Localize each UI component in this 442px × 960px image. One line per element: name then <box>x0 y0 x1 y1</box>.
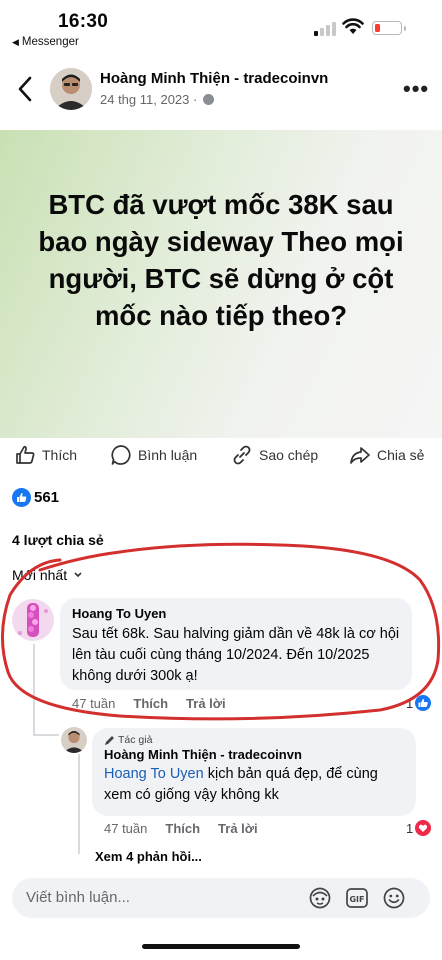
avatar-sticker-icon[interactable] <box>308 886 332 910</box>
comment-composer[interactable]: Viết bình luận... GIF <box>12 878 430 918</box>
reply-author-name[interactable]: Hoàng Minh Thiện - tradecoinvn <box>104 747 404 762</box>
gif-icon[interactable]: GIF <box>345 886 369 910</box>
post-author-name[interactable]: Hoàng Minh Thiện - tradecoinvn <box>100 70 328 87</box>
cellular-signal-icon <box>314 20 338 36</box>
copy-label: Sao chép <box>259 447 319 463</box>
like-reaction-icon <box>415 695 432 711</box>
reaction-count: 561 <box>34 489 60 506</box>
comment-reply-button[interactable]: Trả lời <box>186 696 226 711</box>
back-triangle-icon: ◀ <box>12 37 19 47</box>
comment-bubble-icon <box>111 445 131 465</box>
clock: 16:30 <box>58 11 109 32</box>
mention-link[interactable]: Hoang To Uyen <box>104 766 204 782</box>
reply-reaction-number: 1 <box>406 820 414 836</box>
author-badge: Tác giả <box>104 734 404 746</box>
share-count[interactable]: 4 lượt chia sẻ <box>12 532 104 548</box>
battery-icon <box>372 21 406 35</box>
globe-icon <box>202 94 214 105</box>
comment-meta: 47 tuần Thích Trả lời <box>72 696 226 711</box>
back-chevron-icon[interactable] <box>14 74 38 104</box>
comment-input[interactable]: Viết bình luận... <box>26 889 130 906</box>
reply-bubble[interactable]: Tác giả Hoàng Minh Thiện - tradecoinvn H… <box>92 728 416 816</box>
more-options-icon[interactable]: ••• <box>403 76 429 102</box>
like-label: Thích <box>42 447 78 463</box>
like-reaction-icon <box>12 488 31 507</box>
post-date: 24 thg 11, 2023 · <box>100 92 214 107</box>
post-image[interactable]: BTC đã vượt mốc 38K sau bao ngày sideway… <box>0 130 442 438</box>
post-image-text: BTC đã vượt mốc 38K sau bao ngày sideway… <box>38 189 404 331</box>
home-indicator <box>142 944 300 949</box>
comment-text: Sau tết 68k. Sau halving giảm dần về 48k… <box>72 626 400 684</box>
comment-button[interactable]: Bình luận <box>110 444 197 466</box>
thumbs-up-icon <box>16 445 35 464</box>
post-action-bar: Thích Bình luận Sao chép Chia sẻ <box>0 440 442 476</box>
comment-bubble[interactable]: Hoang To Uyen Sau tết 68k. Sau halving g… <box>60 598 412 690</box>
emoji-icon[interactable] <box>382 886 406 910</box>
see-more-replies-link[interactable]: Xem 4 phản hồi... <box>95 849 202 864</box>
author-badge-label: Tác giả <box>118 734 153 746</box>
comment-like-button[interactable]: Thích <box>133 696 168 711</box>
status-bar: 16:30 ◀ Messenger <box>0 0 442 56</box>
wifi-icon <box>342 18 364 34</box>
reply-meta: 47 tuần Thích Trả lời <box>104 821 258 836</box>
share-label: Chia sẻ <box>377 447 425 463</box>
reaction-summary[interactable]: 561 <box>12 488 59 507</box>
copy-button[interactable]: Sao chép <box>231 444 318 466</box>
reply-reaction-count[interactable]: 1 <box>406 820 432 836</box>
thread-line-branch <box>33 734 59 736</box>
like-button[interactable]: Thích <box>14 444 77 466</box>
comment-time: 47 tuần <box>72 696 116 711</box>
heart-reaction-icon <box>415 820 432 836</box>
svg-text:GIF: GIF <box>349 895 364 904</box>
comment-reaction-number: 1 <box>406 695 414 711</box>
thread-line <box>33 644 35 736</box>
share-arrow-icon <box>350 447 370 464</box>
reply-author-avatar[interactable] <box>61 727 87 753</box>
thread-line <box>78 754 80 854</box>
author-avatar[interactable] <box>50 68 92 110</box>
chevron-down-icon <box>74 572 82 578</box>
back-app-label: Messenger <box>21 36 79 48</box>
reply-like-button[interactable]: Thích <box>165 821 200 836</box>
reply-text: Hoang To Uyen kịch bản quá đẹp, để cùng … <box>104 764 404 806</box>
commenter-avatar[interactable] <box>12 599 54 641</box>
pencil-icon <box>105 735 114 745</box>
sort-label: Mới nhất <box>12 567 68 583</box>
comment-reaction-count[interactable]: 1 <box>406 695 432 711</box>
back-to-app-link[interactable]: ◀ Messenger <box>12 36 79 48</box>
comment-sort-dropdown[interactable]: Mới nhất <box>12 567 83 583</box>
post-date-text: 24 thg 11, 2023 · <box>100 92 201 107</box>
comment-label: Bình luận <box>138 447 198 463</box>
commenter-name[interactable]: Hoang To Uyen <box>72 606 400 621</box>
reply-time: 47 tuần <box>104 821 148 836</box>
reply-reply-button[interactable]: Trả lời <box>218 821 258 836</box>
link-icon <box>233 445 251 465</box>
post-header: Hoàng Minh Thiện - tradecoinvn 24 thg 11… <box>0 62 442 122</box>
share-button[interactable]: Chia sẻ <box>349 444 424 466</box>
